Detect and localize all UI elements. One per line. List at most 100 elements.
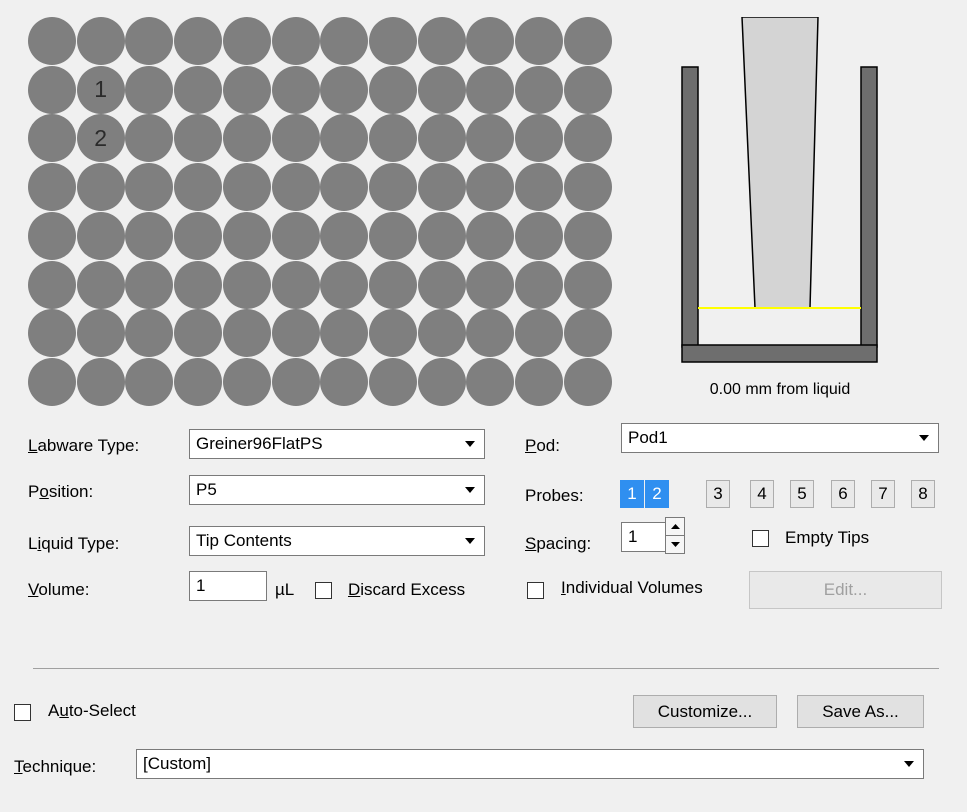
well[interactable] <box>222 163 271 212</box>
well[interactable] <box>125 309 174 358</box>
probe-button-4[interactable]: 4 <box>750 480 774 508</box>
well[interactable] <box>125 114 174 163</box>
well[interactable] <box>466 260 515 309</box>
liquid-type-select[interactable]: Tip Contents <box>189 526 485 556</box>
probe-button-5[interactable]: 5 <box>790 480 814 508</box>
well[interactable] <box>222 309 271 358</box>
well[interactable] <box>466 65 515 114</box>
well[interactable] <box>271 163 320 212</box>
well[interactable] <box>563 65 612 114</box>
well[interactable] <box>320 260 369 309</box>
well[interactable] <box>28 309 76 358</box>
well[interactable] <box>417 163 466 212</box>
well[interactable] <box>222 357 271 406</box>
individual-volumes-checkbox[interactable] <box>527 582 544 599</box>
well[interactable] <box>368 211 417 260</box>
well[interactable] <box>515 17 563 65</box>
well[interactable] <box>222 65 271 114</box>
well[interactable] <box>271 211 320 260</box>
well[interactable] <box>125 260 174 309</box>
well[interactable] <box>417 211 466 260</box>
probe-button-2[interactable]: 2 <box>645 480 669 508</box>
well[interactable] <box>368 65 417 114</box>
auto-select-label[interactable]: Auto-Select <box>48 701 136 721</box>
well[interactable] <box>563 309 612 358</box>
individual-volumes-label[interactable]: Individual Volumes <box>561 578 703 598</box>
well[interactable] <box>271 260 320 309</box>
edit-button[interactable]: Edit... <box>749 571 942 609</box>
well-plate[interactable]: 12 <box>28 17 612 406</box>
well[interactable] <box>174 260 223 309</box>
empty-tips-checkbox[interactable] <box>752 530 769 547</box>
well[interactable] <box>28 163 76 212</box>
well[interactable] <box>271 357 320 406</box>
probe-button-8[interactable]: 8 <box>911 480 935 508</box>
well[interactable] <box>515 114 563 163</box>
well[interactable] <box>368 114 417 163</box>
spin-down-icon[interactable] <box>666 536 684 553</box>
well[interactable] <box>271 114 320 163</box>
well[interactable] <box>222 114 271 163</box>
well[interactable] <box>368 309 417 358</box>
spacing-input[interactable]: 1 <box>621 522 666 552</box>
well[interactable]: 2 <box>76 114 125 163</box>
discard-excess-label[interactable]: Discard Excess <box>348 580 465 600</box>
volume-input[interactable]: 1 <box>189 571 267 601</box>
well[interactable] <box>466 17 515 65</box>
well[interactable] <box>368 260 417 309</box>
well[interactable] <box>563 357 612 406</box>
well[interactable] <box>515 309 563 358</box>
well[interactable] <box>466 211 515 260</box>
save-as-button[interactable]: Save As... <box>797 695 924 728</box>
well[interactable] <box>368 357 417 406</box>
well[interactable] <box>125 211 174 260</box>
probe-button-7[interactable]: 7 <box>871 480 895 508</box>
well[interactable] <box>320 65 369 114</box>
well[interactable] <box>515 65 563 114</box>
well[interactable] <box>563 211 612 260</box>
empty-tips-label[interactable]: Empty Tips <box>785 528 869 548</box>
well[interactable] <box>320 357 369 406</box>
well[interactable]: 1 <box>76 65 125 114</box>
well[interactable] <box>320 309 369 358</box>
well[interactable] <box>125 163 174 212</box>
chevron-down-icon[interactable] <box>896 751 922 777</box>
discard-excess-checkbox[interactable] <box>315 582 332 599</box>
chevron-down-icon[interactable] <box>457 431 483 457</box>
well[interactable] <box>174 357 223 406</box>
probe-button-6[interactable]: 6 <box>831 480 855 508</box>
well[interactable] <box>466 163 515 212</box>
well[interactable] <box>417 260 466 309</box>
well[interactable] <box>174 65 223 114</box>
spin-up-icon[interactable] <box>666 518 684 535</box>
chevron-down-icon[interactable] <box>911 425 937 451</box>
well[interactable] <box>174 17 223 65</box>
well[interactable] <box>174 309 223 358</box>
customize-button[interactable]: Customize... <box>633 695 777 728</box>
well[interactable] <box>28 114 76 163</box>
well[interactable] <box>28 260 76 309</box>
well[interactable] <box>222 17 271 65</box>
well[interactable] <box>271 17 320 65</box>
well[interactable] <box>28 357 76 406</box>
well[interactable] <box>76 357 125 406</box>
well[interactable] <box>125 357 174 406</box>
well[interactable] <box>174 163 223 212</box>
well[interactable] <box>76 211 125 260</box>
well[interactable] <box>515 163 563 212</box>
well[interactable] <box>563 17 612 65</box>
well[interactable] <box>320 114 369 163</box>
probe-button-1[interactable]: 1 <box>620 480 644 508</box>
well[interactable] <box>368 163 417 212</box>
well[interactable] <box>515 260 563 309</box>
well[interactable] <box>563 163 612 212</box>
well[interactable] <box>271 65 320 114</box>
chevron-down-icon[interactable] <box>457 477 483 503</box>
well[interactable] <box>563 114 612 163</box>
well[interactable] <box>417 65 466 114</box>
well[interactable] <box>417 309 466 358</box>
well[interactable] <box>466 357 515 406</box>
well[interactable] <box>222 211 271 260</box>
well[interactable] <box>368 17 417 65</box>
pod-select[interactable]: Pod1 <box>621 423 939 453</box>
